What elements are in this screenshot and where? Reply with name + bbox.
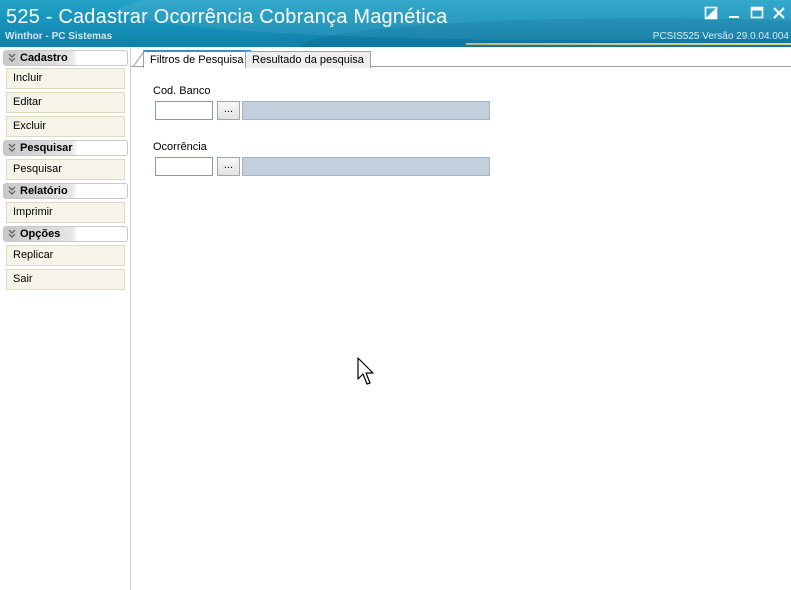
title-underline [466,43,791,45]
close-icon[interactable] [772,6,788,22]
editar-button[interactable]: Editar [6,92,125,113]
cod-banco-search-button[interactable]: ... [217,101,240,120]
minimize-icon[interactable] [727,6,743,22]
section-title: Cadastro [20,52,68,64]
cod-banco-input[interactable] [155,101,213,120]
chevron-down-icon [8,53,16,62]
section-header-pesquisar[interactable]: Pesquisar [3,140,128,156]
ocorrencia-input[interactable] [155,157,213,176]
tab-resultado-da-pesquisa[interactable]: Resultado da pesquisa [245,51,371,68]
ocorrencia-search-button[interactable]: ... [217,157,240,176]
window-title: 525 - Cadastrar Ocorrência Cobrança Magn… [6,6,448,28]
cod-banco-label: Cod. Banco [153,85,211,97]
tab-filtros-de-pesquisa[interactable]: Filtros de Pesquisa [143,50,251,68]
ocorrencia-label: Ocorrência [153,141,207,153]
chevron-down-icon [8,143,16,152]
title-bar: 525 - Cadastrar Ocorrência Cobrança Magn… [0,0,791,47]
incluir-button[interactable]: Incluir [6,68,125,89]
section-header-relatorio[interactable]: Relatório [3,183,128,199]
restore-icon[interactable] [704,6,720,22]
cod-banco-description [242,101,490,120]
window-subtitle: Winthor - PC Sistemas [5,31,113,42]
imprimir-button[interactable]: Imprimir [6,202,125,223]
section-header-cadastro[interactable]: Cadastro [3,50,128,66]
ocorrencia-description [242,157,490,176]
section-title: Opções [20,228,61,240]
section-title: Relatório [20,185,68,197]
maximize-icon[interactable] [750,6,766,22]
chevron-down-icon [8,229,16,238]
mouse-cursor-icon [357,357,374,385]
replicar-button[interactable]: Replicar [6,245,125,266]
sidebar: Cadastro Incluir Editar Excluir Pesquisa… [0,47,131,590]
section-title: Pesquisar [20,142,73,154]
version-label: PCSIS525 Versão 29.0.04.004 [652,31,789,42]
section-header-opcoes[interactable]: Opções [3,226,128,242]
excluir-button[interactable]: Excluir [6,116,125,137]
chevron-down-icon [8,186,16,195]
sair-button[interactable]: Sair [6,269,125,290]
pesquisar-button[interactable]: Pesquisar [6,159,125,180]
tab-bar: Filtros de Pesquisa Resultado da pesquis… [131,47,791,68]
main-panel: Filtros de Pesquisa Resultado da pesquis… [131,47,791,590]
